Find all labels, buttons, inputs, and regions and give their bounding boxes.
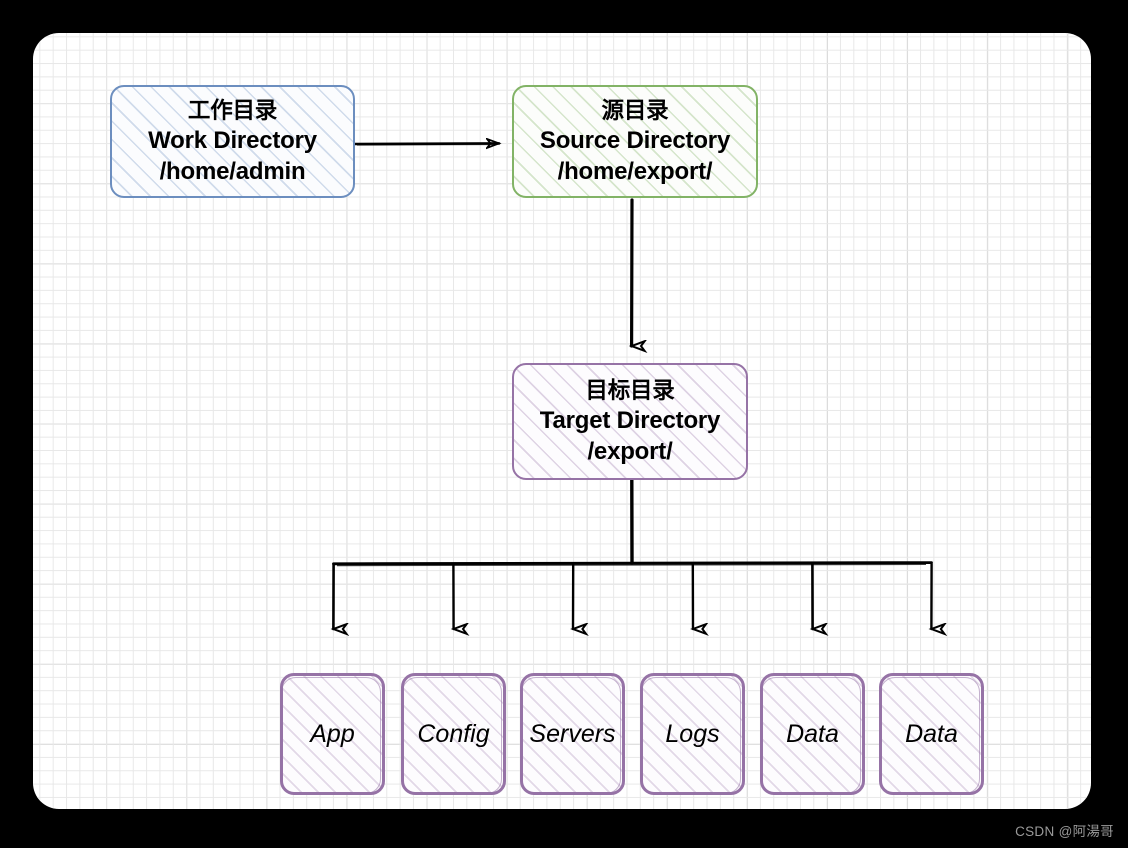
node-source-directory-line-3: /home/export/ bbox=[557, 158, 713, 186]
leaf-data-1-label: Data bbox=[786, 719, 839, 748]
node-target-directory-line-2: Target Directory bbox=[539, 406, 721, 434]
leaf-config-label: Config bbox=[417, 719, 490, 748]
leaf-config[interactable]: Config bbox=[401, 673, 506, 795]
edge-target-to-children bbox=[333, 478, 931, 629]
leaf-app[interactable]: App bbox=[280, 673, 385, 795]
leaf-data-2[interactable]: Data bbox=[879, 673, 984, 795]
node-work-directory-line-3: /home/admin bbox=[159, 158, 306, 186]
node-source-directory-line-2: Source Directory bbox=[539, 126, 731, 154]
node-work-directory-line-2: Work Directory bbox=[148, 126, 317, 154]
node-source-directory[interactable]: 源目录 Source Directory /home/export/ bbox=[512, 85, 758, 198]
edge-work-to-source bbox=[353, 143, 499, 145]
leaf-data-2-label: Data bbox=[905, 719, 958, 748]
node-target-directory-line-3: /export/ bbox=[587, 438, 673, 466]
node-target-directory[interactable]: 目标目录 Target Directory /export/ bbox=[512, 363, 748, 480]
leaf-servers-label: Servers bbox=[529, 719, 616, 748]
leaf-servers[interactable]: Servers bbox=[520, 673, 625, 795]
edge-source-to-target bbox=[632, 198, 633, 346]
node-work-directory[interactable]: 工作目录 Work Directory /home/admin bbox=[110, 85, 355, 198]
node-target-directory-line-1: 目标目录 bbox=[585, 377, 675, 403]
leaf-logs-label: Logs bbox=[665, 719, 720, 748]
leaf-app-label: App bbox=[310, 719, 355, 748]
leaf-data-1[interactable]: Data bbox=[760, 673, 865, 795]
node-work-directory-line-1: 工作目录 bbox=[187, 97, 278, 123]
leaf-logs[interactable]: Logs bbox=[640, 673, 745, 795]
node-source-directory-line-1: 源目录 bbox=[601, 97, 669, 123]
csdn-watermark: CSDN @阿湯哥 bbox=[1015, 824, 1114, 839]
diagram-canvas: 工作目录 Work Directory /home/admin 源目录 Sour… bbox=[33, 33, 1091, 809]
